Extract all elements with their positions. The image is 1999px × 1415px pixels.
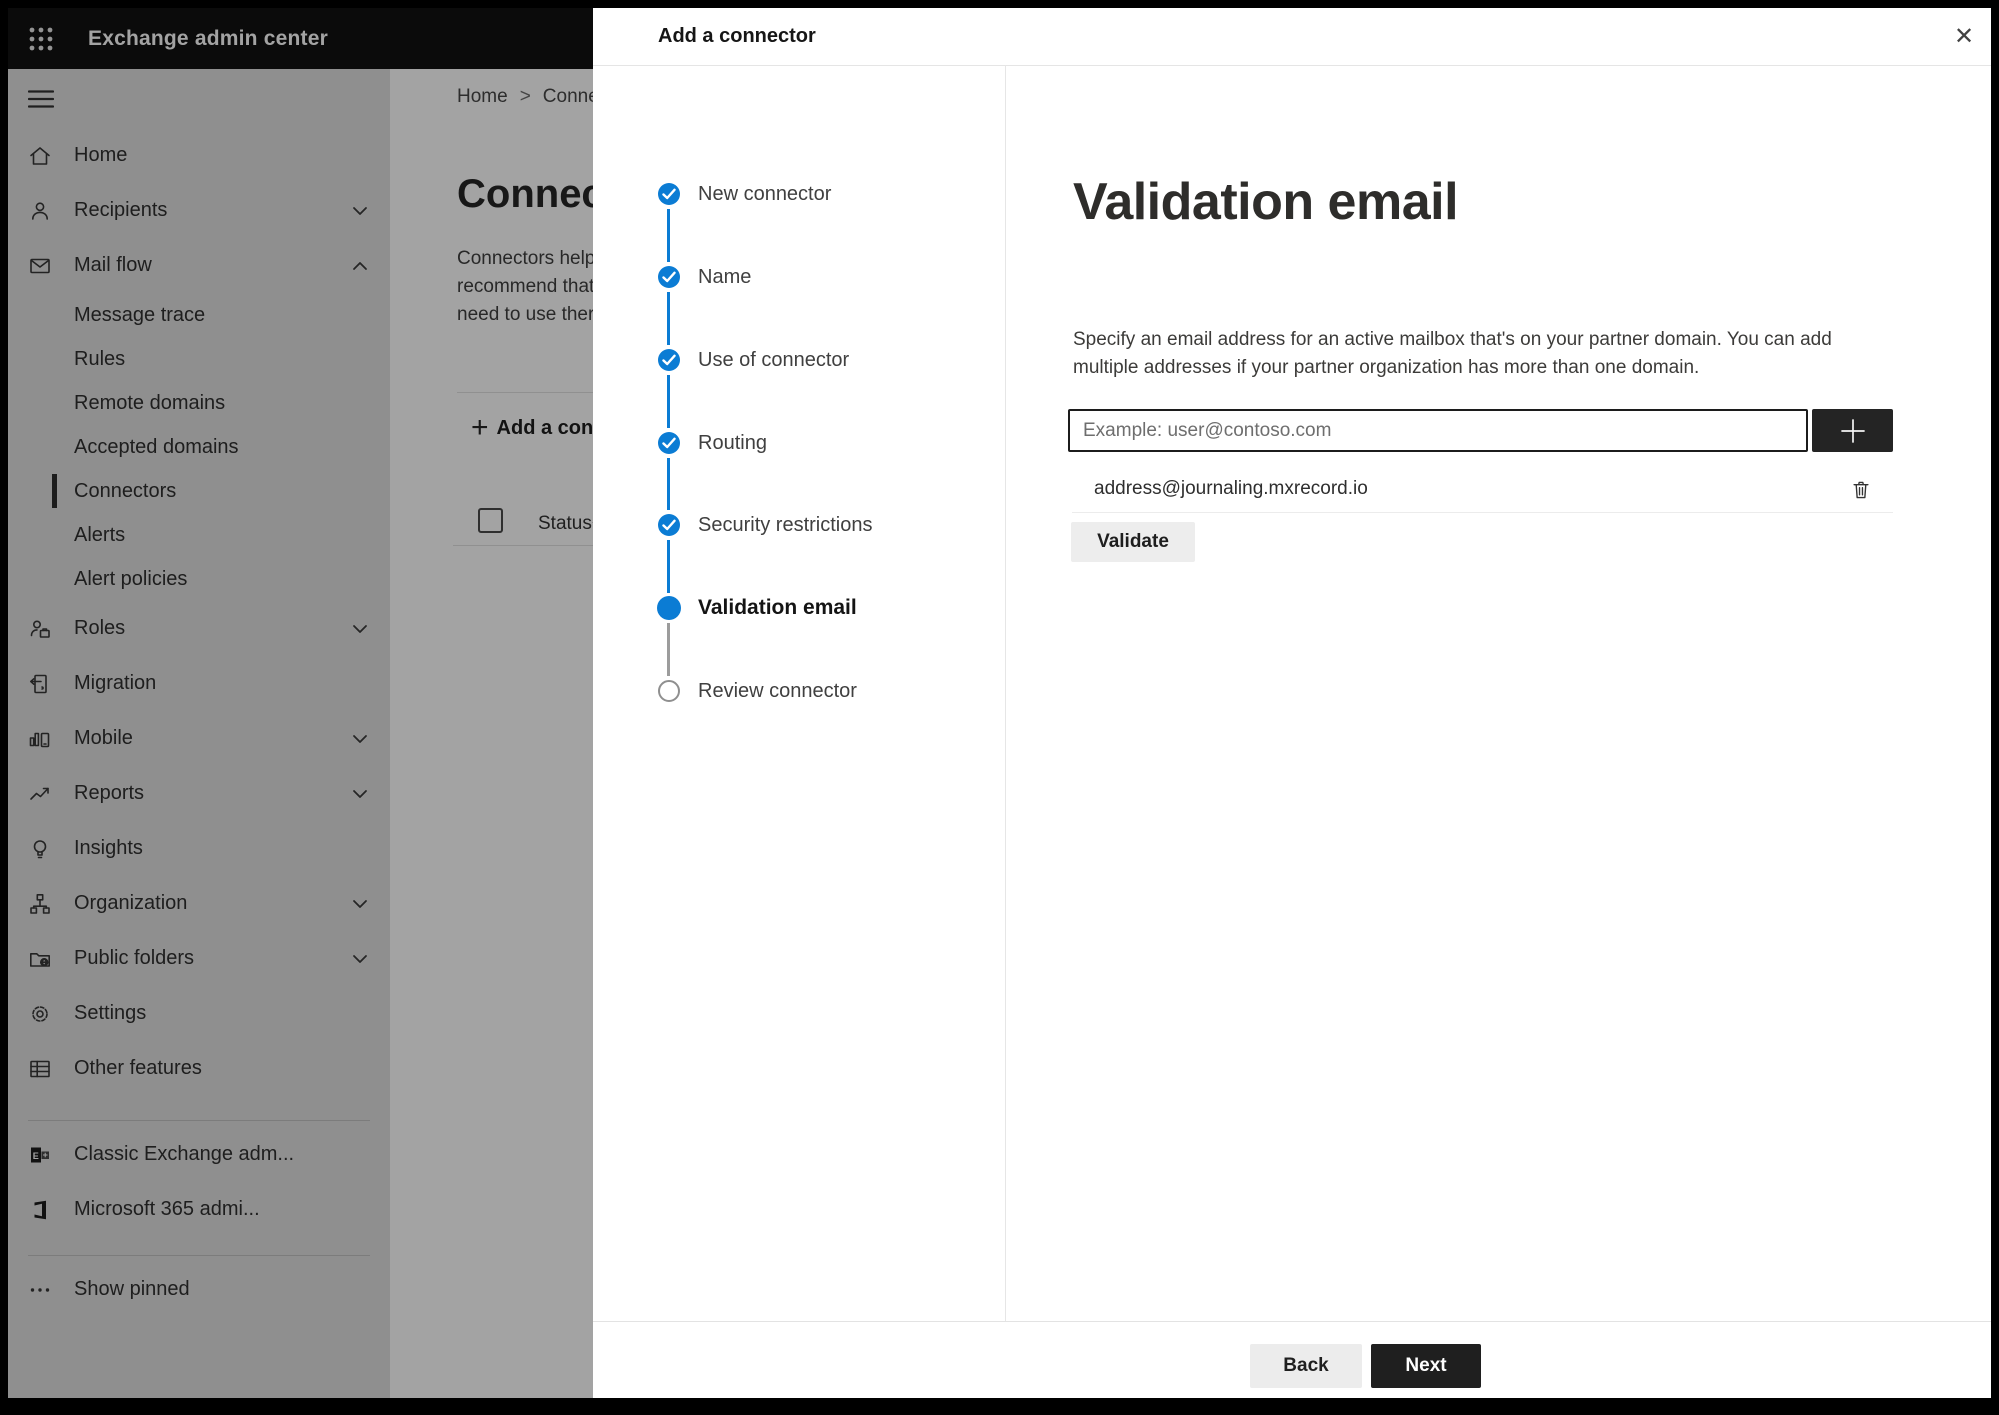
- step-connector-line: [667, 209, 670, 262]
- dialog-footer: Back Next: [593, 1321, 1991, 1398]
- address-list-divider: [1072, 512, 1893, 513]
- screen: Exchange admin center Home Recipients Mail…: [0, 0, 1999, 1415]
- add-email-button[interactable]: [1812, 409, 1893, 452]
- step-connector-line: [667, 292, 670, 345]
- delete-address-button[interactable]: [1841, 470, 1881, 510]
- wizard-steps-nav: New connector Name Use of connector Routing…: [593, 65, 1006, 1321]
- wizard-step-use-of-connector[interactable]: Use of connector: [698, 349, 849, 371]
- step-description-line1: Specify an email address for an active m…: [1073, 329, 1832, 350]
- validate-button[interactable]: Validate: [1071, 522, 1195, 562]
- step-description-line2: multiple addresses if your partner organ…: [1073, 357, 1700, 378]
- wizard-step-security-restrictions[interactable]: Security restrictions: [698, 514, 873, 536]
- address-email-text: address@journaling.mxrecord.io: [1094, 478, 1368, 499]
- back-button[interactable]: Back: [1250, 1344, 1362, 1388]
- step-status-icon-done: [658, 266, 680, 288]
- step-status-icon-todo: [658, 680, 680, 702]
- step-page-heading: Validation email: [1073, 173, 1459, 231]
- address-row: address@journaling.mxrecord.io: [1073, 468, 1893, 512]
- step-connector-line: [667, 540, 670, 593]
- next-button[interactable]: Next: [1371, 1344, 1481, 1388]
- step-status-icon-done: [658, 514, 680, 536]
- close-dialog-button[interactable]: ✕: [1945, 18, 1983, 56]
- wizard-step-routing[interactable]: Routing: [698, 432, 767, 454]
- step-status-icon-current: [657, 596, 681, 620]
- plus-icon: [1840, 418, 1865, 443]
- wizard-step-name[interactable]: Name: [698, 266, 751, 288]
- wizard-step-review-connector[interactable]: Review connector: [698, 680, 857, 702]
- add-connector-dialog: Add a connector ✕ New connector Name Use o…: [593, 8, 1991, 1398]
- wizard-step-validation-email[interactable]: Validation email: [698, 597, 857, 619]
- dialog-title: Add a connector: [658, 25, 816, 47]
- step-status-icon-done: [658, 432, 680, 454]
- step-connector-line: [667, 375, 670, 428]
- exchange-admin-window: Exchange admin center Home Recipients Mail…: [8, 8, 1991, 1398]
- validation-email-input[interactable]: [1068, 409, 1808, 452]
- step-connector-line: [667, 458, 670, 510]
- step-connector-line: [667, 623, 670, 676]
- dialog-header: Add a connector ✕: [593, 8, 1991, 66]
- step-status-icon-done: [658, 183, 680, 205]
- wizard-step-new-connector[interactable]: New connector: [698, 183, 831, 205]
- step-status-icon-done: [658, 349, 680, 371]
